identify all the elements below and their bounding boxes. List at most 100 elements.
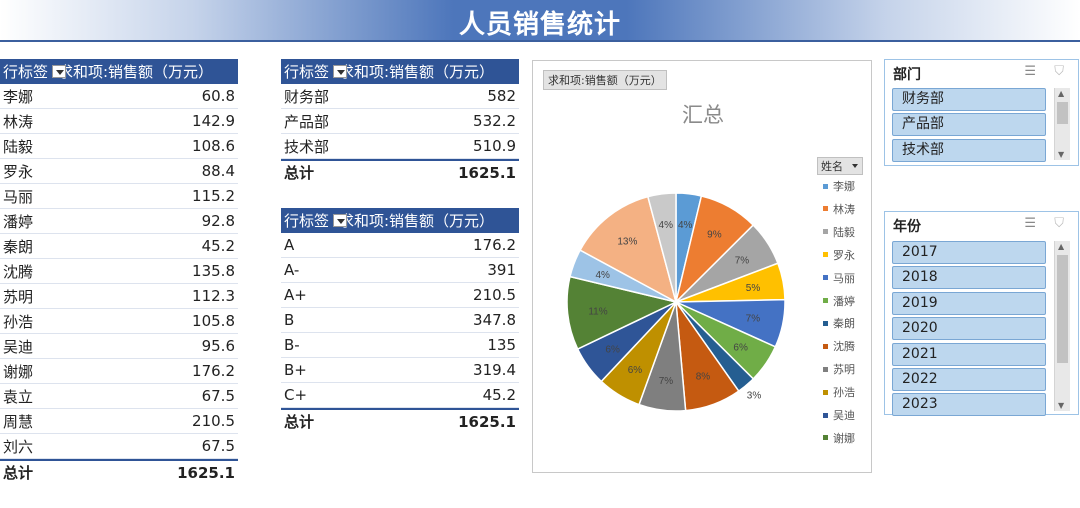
table-row[interactable]: 潘婷 92.8 — [0, 209, 238, 234]
table-row[interactable]: A- 391 — [281, 258, 519, 283]
filter-dropdown-button[interactable] — [52, 65, 67, 78]
pie-chart[interactable]: 求和项:销售额（万元） 汇总 4% 9% 7% 5% 7% 6% 3% 8% 7% 6% 6% 11%… — [532, 60, 872, 473]
slicer-item[interactable]: 2021 — [892, 342, 1046, 366]
legend-item[interactable]: 苏明 — [823, 361, 855, 377]
legend-item[interactable]: 马丽 — [823, 270, 855, 286]
legend-swatch — [823, 252, 828, 258]
legend-swatch — [823, 435, 828, 441]
legend-swatch — [823, 320, 828, 326]
legend-swatch — [823, 298, 828, 303]
row-value: 108.6 — [192, 137, 235, 155]
table-row[interactable]: 苏明 112.3 — [0, 284, 238, 309]
slicer-item[interactable]: 2018 — [892, 266, 1046, 290]
slicer-scrollbar[interactable]: ▲ ▼ — [1054, 88, 1070, 160]
row-value: 176.2 — [473, 236, 516, 254]
legend-label: 秦朗 — [833, 317, 855, 331]
scroll-up-icon[interactable]: ▲ — [1058, 89, 1064, 98]
table-row[interactable]: A+ 210.5 — [281, 283, 519, 308]
row-label: 产品部 — [284, 112, 330, 131]
legend-item[interactable]: 李娜 — [823, 178, 855, 194]
legend-item[interactable]: 吴迪 — [823, 407, 855, 423]
table-row[interactable]: 谢娜 176.2 — [0, 359, 238, 384]
pivot-header: 行标签 求和项:销售额（万元） — [0, 59, 238, 84]
table-row[interactable]: 孙浩 105.8 — [0, 309, 238, 334]
slicer-item[interactable]: 2019 — [892, 291, 1046, 315]
slicer-scrollbar[interactable]: ▲ ▼ — [1054, 241, 1070, 411]
legend-item[interactable]: 谢娜 — [823, 430, 855, 446]
legend-swatch — [823, 229, 828, 235]
row-label: B — [284, 311, 295, 329]
legend-field-label: 姓名 — [821, 160, 843, 173]
scrollbar-thumb[interactable] — [1057, 102, 1068, 124]
slicer-item[interactable]: 财务部 — [892, 88, 1046, 111]
scroll-down-icon[interactable]: ▼ — [1058, 401, 1064, 410]
pivot-table-person: 行标签 求和项:销售额（万元） 李娜 60.8 林涛 142.9 陆毅 108.6 罗永 88… — [0, 59, 238, 484]
filter-dropdown-button[interactable] — [333, 214, 348, 227]
row-label: A — [284, 236, 295, 254]
table-row[interactable]: 李娜 60.8 — [0, 84, 238, 109]
legend-item[interactable]: 罗永 — [823, 247, 855, 263]
data-label: 8% — [696, 372, 711, 383]
scrollbar-thumb[interactable] — [1057, 255, 1068, 363]
clear-filter-icon[interactable]: ⛉ — [1054, 216, 1064, 231]
row-label: 技术部 — [284, 137, 330, 156]
data-label: 6% — [628, 365, 643, 376]
slicer-header: 部门 — [893, 67, 921, 83]
row-value: 510.9 — [473, 137, 516, 155]
slicer-department: 部门 ☰ ⛉ 财务部 产品部 技术部 ▲ ▼ — [884, 59, 1079, 166]
table-row[interactable]: 罗永 88.4 — [0, 159, 238, 184]
row-label: 李娜 — [3, 87, 34, 106]
data-label: 7% — [746, 314, 761, 325]
row-label: B+ — [284, 361, 307, 379]
value-field-header: 求和项:销售额（万元） — [339, 212, 495, 230]
multi-select-icon[interactable]: ☰ — [1024, 64, 1036, 79]
legend-field-button[interactable]: 姓名 — [817, 157, 863, 175]
legend-label: 谢娜 — [833, 431, 855, 445]
slicer-item[interactable]: 产品部 — [892, 113, 1046, 137]
legend-item[interactable]: 秦朗 — [823, 315, 855, 331]
legend-item[interactable]: 潘婷 — [823, 293, 855, 309]
title-banner: 人员销售统计 — [0, 0, 1080, 42]
data-label: 4% — [678, 220, 693, 231]
table-row[interactable]: 袁立 67.5 — [0, 384, 238, 409]
total-value: 1625.1 — [177, 463, 235, 482]
table-row[interactable]: B- 135 — [281, 333, 519, 358]
table-row[interactable]: 周慧 210.5 — [0, 409, 238, 434]
legend-label: 潘婷 — [833, 294, 855, 308]
table-row[interactable]: 陆毅 108.6 — [0, 134, 238, 159]
table-row[interactable]: 马丽 115.2 — [0, 184, 238, 209]
slicer-item[interactable]: 2020 — [892, 317, 1046, 341]
table-row[interactable]: 刘六 67.5 — [0, 434, 238, 459]
table-row[interactable]: 秦朗 45.2 — [0, 234, 238, 259]
legend-item[interactable]: 孙浩 — [823, 384, 855, 400]
multi-select-icon[interactable]: ☰ — [1024, 216, 1036, 231]
slicer-item[interactable]: 2022 — [892, 367, 1046, 391]
table-row[interactable]: 产品部 532.2 — [281, 109, 519, 134]
legend-item[interactable]: 沈腾 — [823, 338, 855, 354]
pivot-header: 行标签 求和项:销售额（万元） — [281, 208, 519, 233]
table-row[interactable]: 吴迪 95.6 — [0, 334, 238, 359]
legend-item[interactable]: 陆毅 — [823, 224, 855, 240]
table-row[interactable]: A 176.2 — [281, 233, 519, 258]
legend-label: 林涛 — [833, 202, 855, 216]
table-row[interactable]: 技术部 510.9 — [281, 134, 519, 159]
table-row[interactable]: B+ 319.4 — [281, 358, 519, 383]
table-row[interactable]: 沈腾 135.8 — [0, 259, 238, 284]
slicer-item[interactable]: 2017 — [892, 241, 1046, 264]
clear-filter-icon[interactable]: ⛉ — [1054, 64, 1064, 79]
data-label: 13% — [617, 236, 637, 247]
filter-dropdown-button[interactable] — [333, 65, 348, 78]
data-label: 4% — [595, 270, 610, 281]
row-label: 周慧 — [3, 412, 34, 431]
total-label: 总计 — [284, 164, 315, 182]
table-row[interactable]: B 347.8 — [281, 308, 519, 333]
legend-swatch — [823, 183, 828, 189]
legend-item[interactable]: 林涛 — [823, 201, 855, 217]
table-row[interactable]: 林涛 142.9 — [0, 109, 238, 134]
scroll-down-icon[interactable]: ▼ — [1058, 150, 1064, 159]
table-row[interactable]: 财务部 582 — [281, 84, 519, 109]
slicer-item[interactable]: 技术部 — [892, 138, 1046, 162]
slicer-item[interactable]: 2023 — [892, 393, 1046, 417]
table-row[interactable]: C+ 45.2 — [281, 383, 519, 408]
scroll-up-icon[interactable]: ▲ — [1058, 242, 1064, 251]
